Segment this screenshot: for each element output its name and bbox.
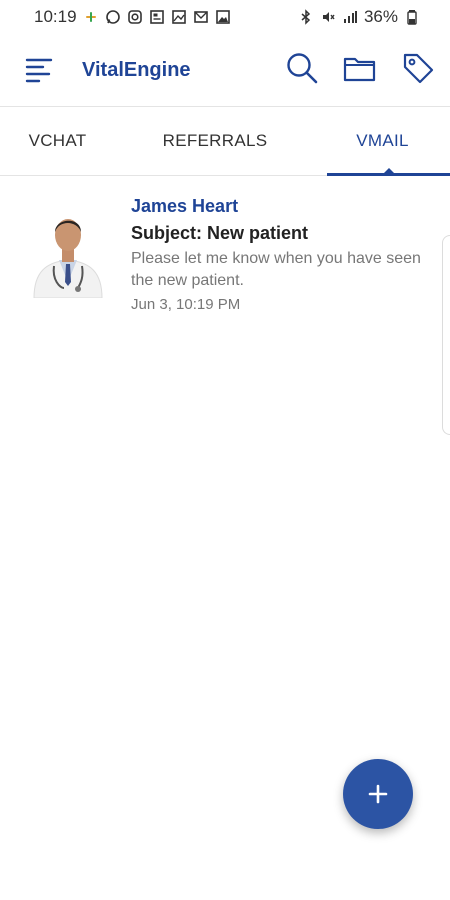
message-sender: James Heart — [131, 196, 239, 216]
battery-icon — [404, 9, 420, 25]
status-left: 10:19 — [34, 7, 231, 27]
message-content: James Heart Subject: New patient Please … — [131, 195, 431, 316]
tag-icon — [403, 53, 434, 84]
message-subject: Subject: New patient — [131, 223, 309, 243]
tab-bar: VCHAT REFERRALS VMAIL — [0, 106, 450, 176]
whatsapp-icon — [105, 9, 121, 25]
search-icon — [287, 53, 318, 84]
search-button[interactable] — [284, 50, 320, 86]
app-bar: VitalEngine — [0, 34, 450, 106]
tab-referrals[interactable]: REFERRALS — [115, 107, 315, 175]
app-actions — [284, 50, 436, 86]
status-right: 36% — [298, 7, 420, 27]
message-date: Jun 3, 10:19 PM — [131, 296, 241, 313]
mute-icon — [320, 9, 336, 25]
signal-icon — [342, 9, 358, 25]
tag-button[interactable] — [400, 50, 436, 86]
compose-button[interactable] — [343, 759, 413, 829]
side-panel-handle[interactable] — [442, 235, 450, 435]
menu-button[interactable] — [24, 54, 56, 86]
app-title: VitalEngine — [82, 58, 191, 81]
menu-icon — [25, 58, 53, 83]
slack-icon — [83, 9, 99, 25]
message-list-item[interactable]: James Heart Subject: New patient Please … — [0, 190, 440, 320]
image-icon — [215, 9, 231, 25]
instagram-icon — [127, 9, 143, 25]
status-time: 10:19 — [34, 7, 77, 26]
active-tab-notch — [383, 168, 395, 174]
bluetooth-icon — [298, 9, 314, 25]
tab-vchat[interactable]: VCHAT — [0, 107, 115, 175]
plus-icon — [368, 784, 388, 804]
sender-avatar — [30, 202, 106, 299]
battery-percent: 36% — [363, 7, 398, 26]
news-icon — [149, 9, 165, 25]
folder-button[interactable] — [342, 50, 378, 86]
gallery-icon — [171, 9, 187, 25]
tab-vmail[interactable]: VMAIL — [315, 107, 450, 175]
message-preview: Please let me know when you have seen th… — [131, 250, 421, 289]
mail-icon — [193, 9, 209, 25]
status-bar: 10:19 36% — [0, 0, 450, 34]
folder-icon — [343, 57, 376, 82]
